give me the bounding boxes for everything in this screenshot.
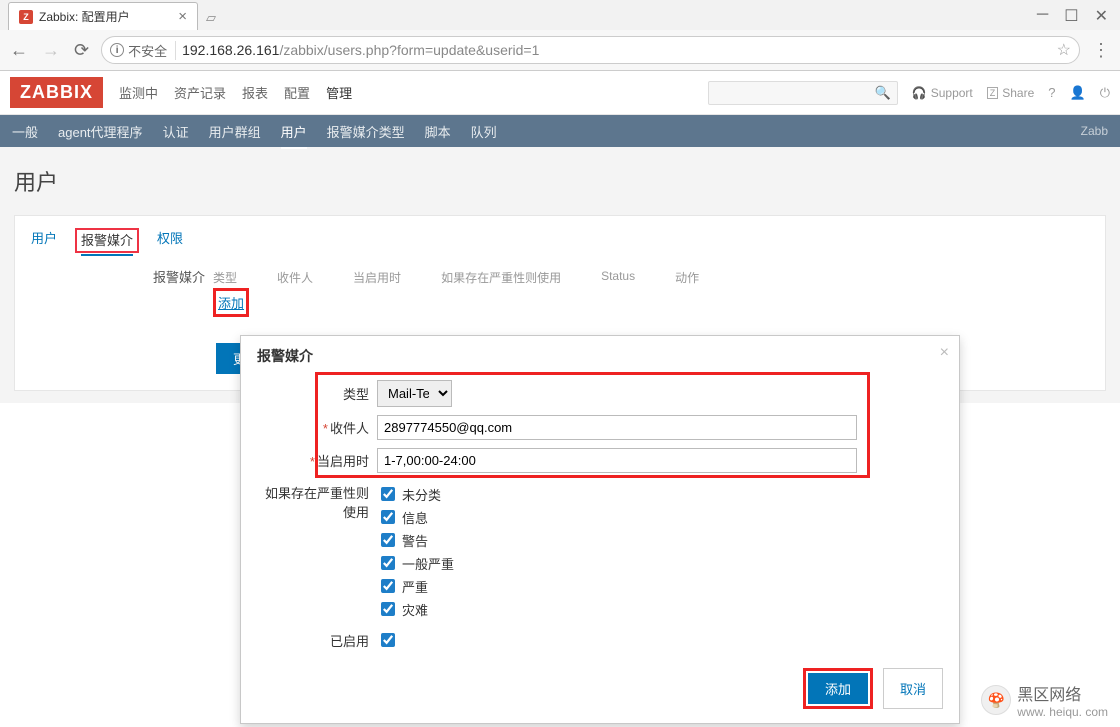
field-label-media: 报警媒介	[153, 267, 205, 311]
media-modal: 报警媒介 × 类型 Mail-Test *收件人 *当启用时 如果存在严重性则使…	[240, 335, 960, 724]
share-icon: Z	[987, 87, 999, 99]
add-media-link[interactable]: 添加	[218, 296, 244, 311]
highlight-box-1: 报警媒介	[75, 228, 139, 253]
sev-info-label: 信息	[402, 508, 428, 527]
browser-chrome: Z Zabbix: 配置用户 × ▱ ─ ☐ ✕ ← → ⟳ i 不安全 192…	[0, 0, 1120, 71]
modal-title: 报警媒介	[257, 346, 943, 372]
label-type: 类型	[257, 384, 377, 403]
sev-disaster-label: 灾难	[402, 600, 428, 619]
reload-icon[interactable]: ⟳	[74, 40, 89, 61]
insecure-label: 不安全	[128, 41, 167, 60]
address-bar[interactable]: i 不安全 192.168.26.161/zabbix/users.php?fo…	[101, 36, 1080, 64]
subnav-queue[interactable]: 队列	[471, 114, 497, 149]
tab-user[interactable]: 用户	[31, 228, 57, 253]
sev-warn-checkbox[interactable]	[381, 533, 395, 547]
enabled-checkbox[interactable]	[381, 633, 395, 647]
share-link[interactable]: ZShare	[987, 86, 1035, 100]
col-when: 当启用时	[353, 269, 401, 286]
sev-warn-label: 警告	[402, 531, 428, 550]
minimize-icon[interactable]: ─	[1037, 6, 1048, 26]
window-close-icon[interactable]: ✕	[1095, 6, 1108, 26]
tab-permissions[interactable]: 权限	[157, 228, 183, 253]
window-controls: ─ ☐ ✕	[1025, 2, 1120, 30]
zabbix-header: ZABBIX 监测中 资产记录 报表 配置 管理 🔍 🎧Support ZSha…	[0, 71, 1120, 115]
type-select[interactable]: Mail-Test	[377, 380, 452, 407]
bookmark-icon[interactable]: ☆	[1057, 40, 1071, 60]
site-security[interactable]: i 不安全	[110, 41, 176, 60]
back-icon[interactable]: ←	[10, 40, 28, 61]
nav-reports[interactable]: 报表	[242, 83, 268, 102]
modal-close-icon[interactable]: ×	[940, 344, 949, 362]
col-status: Status	[601, 269, 635, 286]
search-box[interactable]: 🔍	[708, 81, 898, 105]
tab-title: Zabbix: 配置用户	[39, 8, 172, 25]
support-icon: 🎧	[912, 86, 927, 100]
zabbix-favicon: Z	[19, 10, 33, 24]
subnav-proxy[interactable]: agent代理程序	[58, 114, 143, 149]
menu-icon[interactable]: ⋮	[1092, 40, 1110, 61]
nav-inventory[interactable]: 资产记录	[174, 83, 226, 102]
tab-row: Z Zabbix: 配置用户 × ▱ ─ ☐ ✕	[0, 0, 1120, 30]
user-icon[interactable]: 👤	[1070, 85, 1086, 101]
browser-tab[interactable]: Z Zabbix: 配置用户 ×	[8, 2, 198, 30]
nav-admin[interactable]: 管理	[326, 83, 352, 102]
sev-avg-checkbox[interactable]	[381, 556, 395, 570]
watermark-name: 黑区网络	[1017, 681, 1108, 705]
col-sendto: 收件人	[277, 269, 313, 286]
subnav-general[interactable]: 一般	[12, 114, 38, 149]
modal-actions: 添加 取消	[257, 668, 943, 709]
subnav-scripts[interactable]: 脚本	[425, 114, 451, 149]
sendto-input[interactable]	[377, 415, 857, 440]
watermark: 🍄 黑区网络 www. heiqu. com	[981, 681, 1108, 719]
sev-high-label: 严重	[402, 577, 428, 596]
url-text: 192.168.26.161/zabbix/users.php?form=upd…	[182, 42, 539, 58]
form-tabs: 用户 报警媒介 权限	[23, 226, 1097, 261]
sev-avg-label: 一般严重	[402, 554, 454, 573]
nav-monitoring[interactable]: 监测中	[119, 83, 158, 102]
subnav-auth[interactable]: 认证	[163, 114, 189, 149]
subnav-users[interactable]: 用户	[281, 114, 307, 149]
modal-add-button[interactable]: 添加	[808, 673, 868, 704]
main-nav: 监测中 资产记录 报表 配置 管理	[119, 83, 352, 102]
new-tab-button[interactable]: ▱	[198, 6, 224, 30]
highlight-box-2: 添加	[213, 288, 249, 317]
sev-info-checkbox[interactable]	[381, 510, 395, 524]
when-input[interactable]	[377, 448, 857, 473]
info-icon: i	[110, 43, 124, 57]
label-sendto: 收件人	[330, 421, 369, 436]
sev-disaster-checkbox[interactable]	[381, 602, 395, 616]
modal-cancel-button[interactable]: 取消	[883, 668, 943, 709]
label-severity: 如果存在严重性则使用	[257, 481, 377, 521]
logout-icon[interactable]: ⏻	[1100, 85, 1110, 101]
zabbix-logo[interactable]: ZABBIX	[10, 77, 103, 108]
address-row: ← → ⟳ i 不安全 192.168.26.161/zabbix/users.…	[0, 30, 1120, 70]
close-icon[interactable]: ×	[178, 9, 187, 24]
search-icon: 🔍	[875, 85, 891, 101]
highlight-box-4: 添加	[803, 668, 873, 709]
sev-nc-label: 未分类	[402, 485, 441, 504]
subnav-usergroups[interactable]: 用户群组	[209, 114, 261, 149]
sev-nc-checkbox[interactable]	[381, 487, 395, 501]
sub-nav: 一般 agent代理程序 认证 用户群组 用户 报警媒介类型 脚本 队列 Zab…	[0, 115, 1120, 147]
col-severity: 如果存在严重性则使用	[441, 269, 561, 286]
subnav-mediatypes[interactable]: 报警媒介类型	[327, 114, 405, 149]
help-icon[interactable]: ?	[1048, 85, 1055, 100]
subnav-brand: Zabb	[1081, 124, 1108, 138]
col-action: 动作	[675, 269, 699, 286]
maximize-icon[interactable]: ☐	[1064, 6, 1078, 26]
page-title: 用户	[14, 165, 1106, 197]
nav-config[interactable]: 配置	[284, 83, 310, 102]
col-type: 类型	[213, 269, 237, 286]
label-enabled: 已启用	[257, 631, 377, 650]
forward-icon: →	[42, 40, 60, 61]
watermark-logo-icon: 🍄	[981, 685, 1011, 715]
sev-high-checkbox[interactable]	[381, 579, 395, 593]
support-link[interactable]: 🎧Support	[912, 86, 973, 100]
tab-media[interactable]: 报警媒介	[81, 233, 133, 256]
watermark-url: www. heiqu. com	[1017, 705, 1108, 719]
label-when: 当启用时	[317, 454, 369, 469]
